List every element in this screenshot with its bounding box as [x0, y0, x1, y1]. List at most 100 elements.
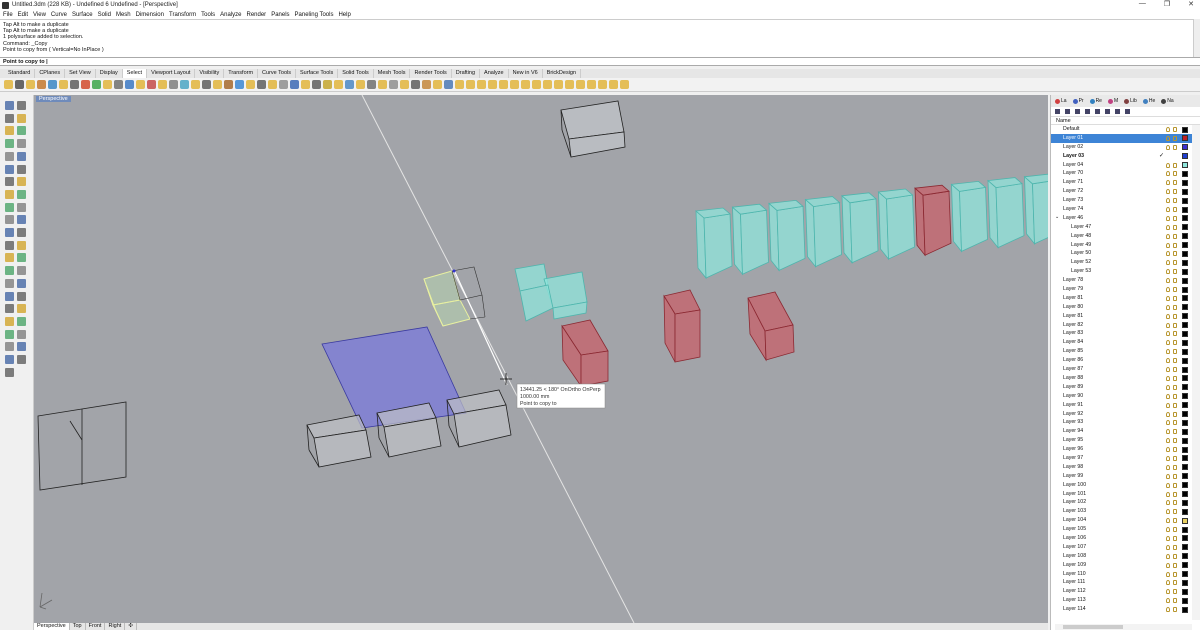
filter-icon[interactable]	[1105, 109, 1110, 114]
visibility-bulb-icon[interactable]	[1166, 189, 1170, 195]
layer-row[interactable]: Layer 53	[1051, 267, 1200, 276]
visibility-bulb-icon[interactable]	[1166, 571, 1170, 577]
cyan-box[interactable]	[695, 207, 733, 280]
visibility-bulb-icon[interactable]	[1166, 171, 1170, 177]
toolbar-tool-icon[interactable]	[48, 80, 57, 89]
toolbar-tool-icon[interactable]	[378, 80, 387, 89]
lock-icon[interactable]	[1173, 287, 1177, 293]
tab-display[interactable]: Display	[96, 69, 123, 78]
visibility-bulb-icon[interactable]	[1166, 598, 1170, 604]
toolbar-tool-icon[interactable]	[37, 80, 46, 89]
toolbar-tool-icon[interactable]	[257, 80, 266, 89]
layer-color-swatch[interactable]	[1182, 339, 1188, 346]
tab-set-view[interactable]: Set View	[65, 69, 96, 78]
visibility-bulb-icon[interactable]	[1166, 607, 1170, 613]
menu-curve[interactable]: Curve	[51, 12, 67, 18]
lock-icon[interactable]	[1173, 571, 1177, 577]
wireframe-panel[interactable]	[37, 401, 127, 491]
lock-icon[interactable]	[1173, 189, 1177, 195]
layer-color-swatch[interactable]	[1182, 126, 1188, 133]
layer-row[interactable]: Layer 91	[1051, 401, 1200, 410]
layer-color-swatch[interactable]	[1182, 179, 1188, 186]
panel-tab-re[interactable]: Re	[1088, 98, 1104, 104]
sidebar-tool-icon[interactable]	[17, 164, 26, 174]
visibility-bulb-icon[interactable]	[1166, 402, 1170, 408]
layer-row[interactable]: Layer 101	[1051, 490, 1200, 499]
toolbar-tool-icon[interactable]	[554, 80, 563, 89]
lock-icon[interactable]	[1173, 420, 1177, 426]
maximize-button[interactable]: ❐	[1164, 0, 1170, 8]
visibility-bulb-icon[interactable]	[1166, 233, 1170, 239]
sidebar-tool-icon[interactable]	[17, 228, 26, 237]
toolbar-tool-icon[interactable]	[125, 80, 134, 89]
layer-color-swatch[interactable]	[1182, 535, 1188, 542]
toolbar-tool-icon[interactable]	[191, 80, 200, 89]
sidebar-tool-icon[interactable]	[17, 329, 26, 339]
lock-icon[interactable]	[1173, 509, 1177, 515]
sidebar-tool-icon[interactable]	[5, 139, 14, 149]
menu-file[interactable]: File	[3, 12, 13, 18]
toolbar-tool-icon[interactable]	[15, 80, 24, 89]
layer-color-swatch[interactable]	[1182, 348, 1188, 355]
layer-color-swatch[interactable]	[1182, 322, 1188, 329]
close-button[interactable]: ✕	[1188, 0, 1194, 8]
command-history-scrollbar[interactable]	[1193, 19, 1200, 57]
sidebar-tool-icon[interactable]	[5, 329, 14, 339]
lock-icon[interactable]	[1173, 518, 1177, 524]
layer-color-swatch[interactable]	[1182, 562, 1188, 569]
layer-row[interactable]: Layer 49	[1051, 241, 1200, 250]
toolbar-tool-icon[interactable]	[543, 80, 552, 89]
layer-row[interactable]: Layer 112	[1051, 587, 1200, 596]
toolbar-tool-icon[interactable]	[367, 80, 376, 89]
lock-icon[interactable]	[1173, 295, 1177, 301]
layer-color-swatch[interactable]	[1182, 162, 1188, 169]
lock-icon[interactable]	[1173, 180, 1177, 186]
visibility-bulb-icon[interactable]	[1166, 295, 1170, 301]
layer-color-swatch[interactable]	[1182, 571, 1188, 578]
lock-icon[interactable]	[1173, 367, 1177, 373]
toolbar-tool-icon[interactable]	[268, 80, 277, 89]
visibility-bulb-icon[interactable]	[1166, 242, 1170, 248]
cyan-box[interactable]	[768, 199, 806, 272]
layer-color-swatch[interactable]	[1182, 215, 1188, 222]
toolbar-tool-icon[interactable]	[565, 80, 574, 89]
tab-render-tools[interactable]: Render Tools	[410, 69, 452, 78]
expand-chevron-icon[interactable]: ⌄	[1055, 214, 1059, 220]
visibility-bulb-icon[interactable]	[1166, 180, 1170, 186]
layer-color-swatch[interactable]	[1182, 508, 1188, 515]
toolbar-tool-icon[interactable]	[202, 80, 211, 89]
layer-row[interactable]: Layer 111	[1051, 578, 1200, 587]
toolbar-tool-icon[interactable]	[620, 80, 629, 89]
layer-color-swatch[interactable]	[1182, 259, 1188, 266]
cyan-box[interactable]	[841, 192, 879, 264]
toolbar-tool-icon[interactable]	[70, 80, 79, 89]
lock-icon[interactable]	[1173, 127, 1177, 132]
new-layer-icon[interactable]	[1055, 109, 1060, 114]
layer-color-swatch[interactable]	[1182, 579, 1188, 586]
lock-icon[interactable]	[1173, 349, 1177, 355]
tab-analyze[interactable]: Analyze	[480, 69, 509, 78]
toolbar-tool-icon[interactable]	[114, 80, 123, 89]
lock-icon[interactable]	[1173, 135, 1177, 141]
toolbar-tool-icon[interactable]	[81, 80, 90, 89]
tools-icon[interactable]	[1115, 109, 1120, 114]
menu-solid[interactable]: Solid	[98, 12, 111, 18]
tab-select[interactable]: Select	[122, 69, 148, 78]
lock-icon[interactable]	[1173, 402, 1177, 408]
sidebar-tool-icon[interactable]	[5, 367, 14, 377]
sidebar-tool-icon[interactable]	[17, 304, 26, 314]
visibility-bulb-icon[interactable]	[1166, 589, 1170, 595]
visibility-bulb-icon[interactable]	[1166, 429, 1170, 435]
layer-row[interactable]: Layer 71	[1051, 178, 1200, 187]
layer-row[interactable]: Layer 47	[1051, 223, 1200, 232]
lock-icon[interactable]	[1173, 313, 1177, 319]
lock-icon[interactable]	[1173, 251, 1177, 257]
toolbar-tool-icon[interactable]	[356, 80, 365, 89]
toolbar-tool-icon[interactable]	[323, 80, 332, 89]
viewport-scene[interactable]: 13441.25 < 180° OnOrtho OnPerp 1000.00 m…	[34, 95, 1048, 623]
layer-color-swatch[interactable]	[1182, 277, 1188, 284]
visibility-bulb-icon[interactable]	[1166, 304, 1170, 310]
cyan-box[interactable]	[987, 177, 1025, 249]
sidebar-tool-icon[interactable]	[5, 266, 14, 276]
visibility-bulb-icon[interactable]	[1166, 198, 1170, 204]
